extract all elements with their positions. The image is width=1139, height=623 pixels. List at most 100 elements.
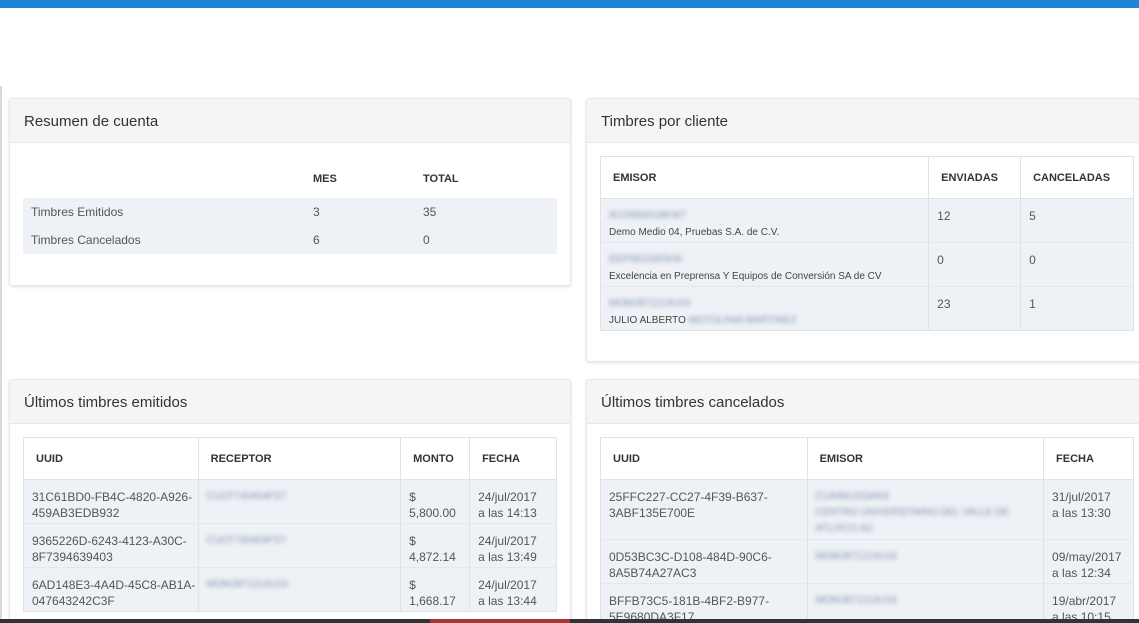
- enviadas-cell: 12: [928, 198, 1022, 243]
- fecha-date: 24/jul/2017: [478, 534, 537, 548]
- col-header-canceladas: CANCELADAS: [1020, 156, 1134, 199]
- table-row[interactable]: EEP081030SH6 Excelencia en Preprensa Y E…: [600, 242, 1134, 287]
- fecha-time: a las 13:30: [1052, 506, 1111, 520]
- emisor-name: CENTRO UNIVERSITARIO DEL VALLE DE ATLIXC…: [815, 507, 1010, 534]
- summary-row-label: Timbres Emitidos: [23, 198, 313, 226]
- receptor-rfc: MOMJ871214U16: [206, 579, 288, 590]
- table-row[interactable]: 0D53BC3C-D108-484D-90C6-8A5B74A27AC3 MOM…: [600, 539, 1134, 584]
- fecha-time: a las 13:49: [478, 550, 537, 564]
- col-header-fecha: FECHA: [469, 437, 557, 480]
- emisor-cell: MOMJ871214U16 JULIO ALBERTO MOTOLINIA MA…: [600, 286, 930, 331]
- emisor-cell: EEP081030SH6 Excelencia en Preprensa Y E…: [600, 242, 930, 287]
- fecha-cell: 24/jul/2017 a las 14:13: [469, 479, 557, 524]
- table-row[interactable]: 9365226D-6243-4123-A30C-8F7394639403 CUC…: [23, 523, 557, 568]
- monto-value: 4,872.14: [409, 550, 456, 564]
- account-summary-panel: Resumen de cuenta MES TOTAL Timbres Emit…: [9, 98, 571, 286]
- emisor-first-name: JULIO ALBERTO: [609, 315, 686, 326]
- receptor-cell: CUCF740404FS7: [198, 523, 402, 568]
- stamps-by-client-panel: Timbres por cliente EMISOR ENVIADAS CANC…: [586, 98, 1139, 362]
- col-header-fecha: FECHA: [1043, 437, 1134, 480]
- summary-row-total: 35: [423, 198, 557, 226]
- emisor-rfc: MOMJ871214U16: [815, 595, 897, 606]
- col-header-receptor: RECEPTOR: [198, 437, 402, 480]
- emisor-rfc: CUA991203AK8: [815, 491, 889, 502]
- emisor-name: Excelencia en Preprensa Y Equipos de Con…: [609, 271, 882, 282]
- table-row[interactable]: MOMJ871214U16 JULIO ALBERTO MOTOLINIA MA…: [600, 286, 1134, 331]
- stamps-by-client-table: EMISOR ENVIADAS CANCELADAS ACO560518KW7 …: [600, 156, 1134, 331]
- fecha-date: 19/abr/2017: [1052, 594, 1117, 608]
- monto-value: 5,800.00: [409, 506, 456, 520]
- summary-row-mes: 3: [313, 198, 423, 226]
- col-header-uuid: UUID: [23, 437, 199, 480]
- emisor-name: JULIO ALBERTO MOTOLINIA MARTINEZ: [609, 313, 928, 329]
- left-border-line: [0, 86, 2, 623]
- canceladas-cell: 5: [1020, 198, 1134, 243]
- fecha-time: a las 13:44: [478, 594, 537, 608]
- taskbar-highlight: [430, 619, 570, 623]
- monto-cell: $4,872.14: [400, 523, 471, 568]
- enviadas-cell: 0: [928, 242, 1022, 287]
- fecha-date: 09/may/2017: [1052, 550, 1122, 564]
- receptor-cell: CUCF740404FS7: [198, 479, 402, 524]
- uuid-cell: BFFB73C5-181B-4BF2-B977-5E9680DA3F17: [600, 583, 808, 623]
- table-row[interactable]: 31C61BD0-FB4C-4820-A926-459AB3EDB932 CUC…: [23, 479, 557, 524]
- col-header-emisor: EMISOR: [600, 156, 930, 199]
- fecha-cell: 19/abr/2017 a las 10:15: [1043, 583, 1134, 623]
- uuid-cell: 6AD148E3-4A4D-45C8-AB1A-047643242C3F: [23, 567, 199, 612]
- last-cancelled-stamps-table: UUID EMISOR FECHA 25FFC227-CC27-4F39-B63…: [600, 437, 1134, 623]
- summary-header-mes: MES: [313, 173, 337, 185]
- last-cancelled-stamps-panel: Últimos timbres cancelados UUID EMISOR F…: [586, 379, 1139, 623]
- table-row[interactable]: BFFB73C5-181B-4BF2-B977-5E9680DA3F17 MOM…: [600, 583, 1134, 623]
- stamps-by-client-title: Timbres por cliente: [587, 99, 1139, 143]
- fecha-time: a las 12:34: [1052, 566, 1111, 580]
- currency-symbol: $: [409, 578, 416, 592]
- summary-header-total: TOTAL: [423, 173, 459, 185]
- summary-row-mes: 6: [313, 226, 423, 254]
- summary-row-total: 0: [423, 226, 557, 254]
- emisor-rfc: MOMJ871214U16: [609, 298, 691, 309]
- emisor-cell: MOMJ871214U16: [807, 583, 1045, 623]
- summary-row-label: Timbres Cancelados: [23, 226, 313, 254]
- account-summary-table: MES TOTAL Timbres Emitidos 3 35 Timbres …: [23, 156, 557, 254]
- col-header-monto: MONTO: [400, 437, 471, 480]
- summary-row-emitidos: Timbres Emitidos 3 35: [23, 198, 557, 226]
- emisor-rfc: ACO560518KW7: [609, 210, 686, 221]
- emisor-last-name: MOTOLINIA MARTINEZ: [688, 315, 797, 326]
- currency-symbol: $: [409, 534, 416, 548]
- last-cancelled-stamps-title: Últimos timbres cancelados: [587, 380, 1139, 424]
- receptor-cell: MOMJ871214U16: [198, 567, 402, 612]
- fecha-date: 31/jul/2017: [1052, 490, 1111, 504]
- monto-cell: $1,668.17: [400, 567, 471, 612]
- fecha-cell: 24/jul/2017 a las 13:44: [469, 567, 557, 612]
- last-issued-stamps-panel: Últimos timbres emitidos UUID RECEPTOR M…: [9, 379, 571, 623]
- col-header-uuid: UUID: [600, 437, 808, 480]
- emisor-rfc: EEP081030SH6: [609, 254, 682, 265]
- enviadas-cell: 23: [928, 286, 1022, 331]
- receptor-rfc: CUCF740404FS7: [206, 491, 287, 502]
- col-header-emisor: EMISOR: [807, 437, 1045, 480]
- taskbar-strip: [0, 619, 1139, 623]
- uuid-cell: 31C61BD0-FB4C-4820-A926-459AB3EDB932: [23, 479, 199, 524]
- fecha-date: 24/jul/2017: [478, 578, 537, 592]
- summary-header-label: [23, 156, 313, 198]
- canceladas-cell: 1: [1020, 286, 1134, 331]
- emisor-cell: MOMJ871214U16: [807, 539, 1045, 584]
- monto-cell: $5,800.00: [400, 479, 471, 524]
- canceladas-cell: 0: [1020, 242, 1134, 287]
- uuid-cell: 25FFC227-CC27-4F39-B637-3ABF135E700E: [600, 479, 808, 540]
- last-issued-stamps-title: Últimos timbres emitidos: [10, 380, 570, 424]
- summary-row-cancelados: Timbres Cancelados 6 0: [23, 226, 557, 254]
- receptor-rfc: CUCF740404FS7: [206, 535, 287, 546]
- top-accent-bar: [0, 0, 1139, 8]
- uuid-cell: 9365226D-6243-4123-A30C-8F7394639403: [23, 523, 199, 568]
- fecha-time: a las 14:13: [478, 506, 537, 520]
- table-row[interactable]: ACO560518KW7 Demo Medio 04, Pruebas S.A.…: [600, 198, 1134, 243]
- account-summary-title: Resumen de cuenta: [10, 99, 570, 143]
- uuid-cell: 0D53BC3C-D108-484D-90C6-8A5B74A27AC3: [600, 539, 808, 584]
- fecha-date: 24/jul/2017: [478, 490, 537, 504]
- currency-symbol: $: [409, 490, 416, 504]
- table-row[interactable]: 25FFC227-CC27-4F39-B637-3ABF135E700E CUA…: [600, 479, 1134, 540]
- emisor-cell: ACO560518KW7 Demo Medio 04, Pruebas S.A.…: [600, 198, 930, 243]
- table-row[interactable]: 6AD148E3-4A4D-45C8-AB1A-047643242C3F MOM…: [23, 567, 557, 612]
- fecha-cell: 31/jul/2017 a las 13:30: [1043, 479, 1134, 540]
